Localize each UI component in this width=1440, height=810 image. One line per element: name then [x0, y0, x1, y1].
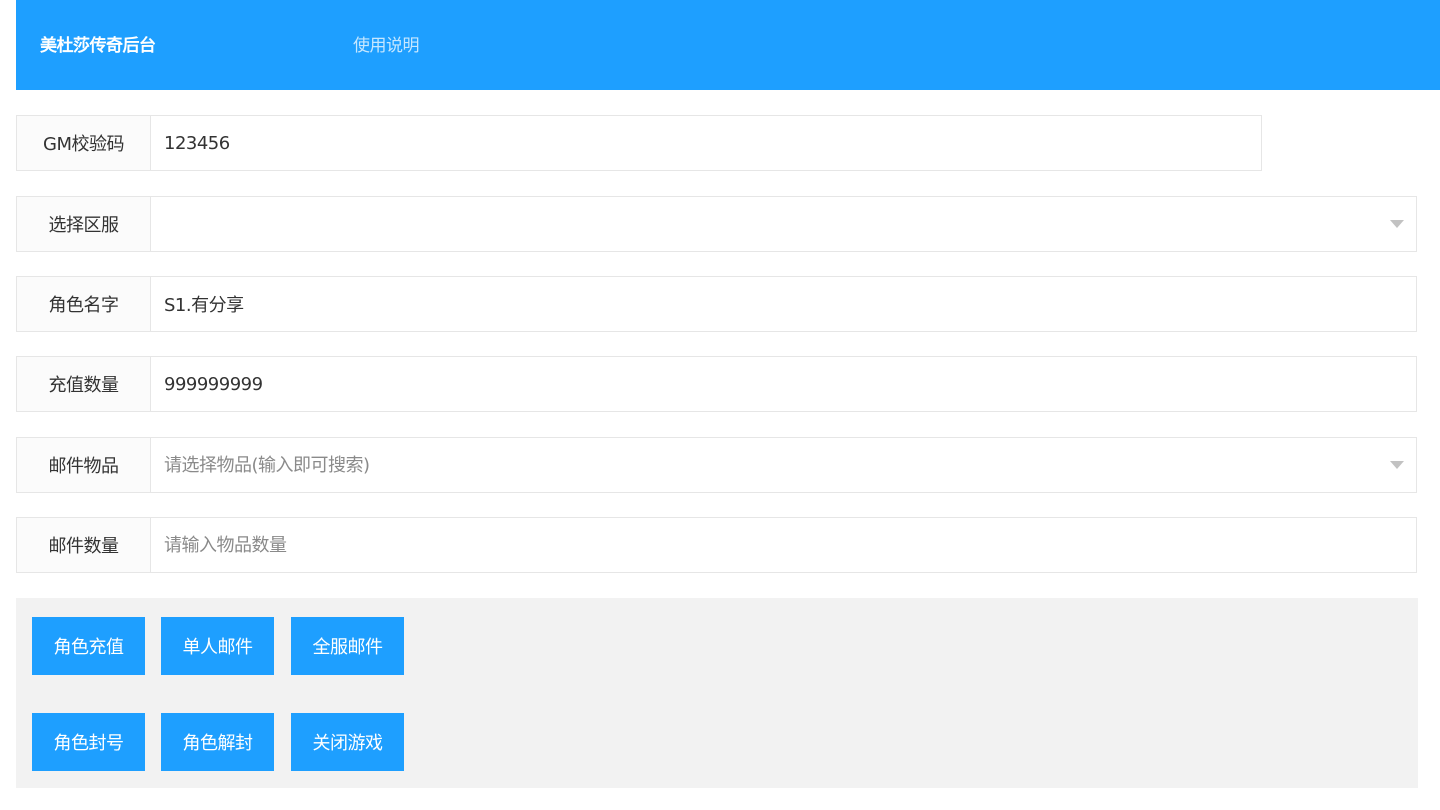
single-mail-button[interactable]: 单人邮件 — [161, 617, 274, 675]
mail-item-label: 邮件物品 — [17, 438, 151, 492]
top-header: 美杜莎传奇后台 使用说明 — [16, 0, 1440, 90]
role-recharge-button[interactable]: 角色充值 — [32, 617, 145, 675]
role-name-row: 角色名字 — [16, 276, 1417, 332]
role-name-input[interactable] — [151, 277, 1416, 331]
mail-item-input[interactable] — [151, 438, 1416, 492]
gm-code-input[interactable] — [151, 116, 1261, 170]
chevron-down-icon[interactable] — [1390, 220, 1404, 228]
chevron-down-icon[interactable] — [1390, 461, 1404, 469]
action-button-panel: 角色充值 单人邮件 全服邮件 角色封号 角色解封 关闭游戏 — [16, 598, 1418, 788]
recharge-amount-input[interactable] — [151, 357, 1416, 411]
mail-quantity-input[interactable] — [151, 518, 1416, 572]
server-select[interactable] — [151, 197, 1416, 251]
recharge-amount-row: 充值数量 — [16, 356, 1417, 412]
server-select-input[interactable] — [151, 197, 1416, 251]
usage-instructions-link[interactable]: 使用说明 — [353, 34, 420, 58]
mail-item-select[interactable] — [151, 438, 1416, 492]
ban-role-button[interactable]: 角色封号 — [32, 713, 145, 771]
server-select-row: 选择区服 — [16, 196, 1417, 252]
unban-role-button[interactable]: 角色解封 — [161, 713, 274, 771]
close-game-button[interactable]: 关闭游戏 — [291, 713, 404, 771]
mail-quantity-row: 邮件数量 — [16, 517, 1417, 573]
gm-code-label: GM校验码 — [17, 116, 151, 170]
recharge-amount-label: 充值数量 — [17, 357, 151, 411]
server-select-label: 选择区服 — [17, 197, 151, 251]
gm-code-row: GM校验码 — [16, 115, 1262, 171]
server-mail-button[interactable]: 全服邮件 — [291, 617, 404, 675]
mail-quantity-label: 邮件数量 — [17, 518, 151, 572]
brand-title: 美杜莎传奇后台 — [40, 36, 156, 56]
mail-item-row: 邮件物品 — [16, 437, 1417, 493]
role-name-label: 角色名字 — [17, 277, 151, 331]
